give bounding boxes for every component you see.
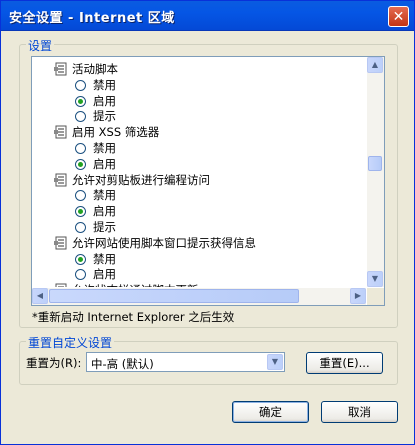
settings-item-label: 启用 — [93, 204, 116, 218]
title-bar[interactable]: 安全设置 - Internet 区域 ✕ — [1, 1, 414, 31]
settings-category-icon — [54, 283, 68, 287]
settings-item-label: 提示 — [93, 220, 116, 234]
settings-category: 允许对剪贴板进行编程访问 — [54, 172, 210, 188]
settings-item-label: 提示 — [93, 109, 116, 123]
settings-item-label: 禁用 — [93, 252, 116, 266]
radio-button[interactable] — [75, 205, 86, 217]
settings-item-label: 允许状态栏通过脚本更新 — [72, 282, 199, 287]
settings-option[interactable]: 禁用 — [75, 187, 116, 203]
scroll-up-button[interactable]: ▲ — [367, 57, 383, 73]
settings-item-label: 活动脚本 — [72, 62, 118, 76]
radio-button[interactable] — [75, 110, 86, 122]
reset-level-value: 中-高 (默认) — [91, 357, 154, 371]
settings-item-label: 启用 — [93, 267, 116, 281]
scrollbar-corner — [367, 288, 384, 305]
reset-button[interactable]: 重置(E)... — [306, 352, 383, 374]
radio-button[interactable] — [75, 142, 86, 154]
settings-item-label: 启用 — [93, 157, 116, 171]
settings-option[interactable]: 提示 — [75, 219, 116, 235]
chevron-down-icon[interactable]: ▼ — [267, 354, 283, 370]
settings-category-icon — [54, 125, 68, 139]
settings-item-label: 启用 XSS 筛选器 — [72, 125, 160, 139]
settings-category: 允许网站使用脚本窗口提示获得信息 — [54, 235, 256, 251]
radio-button[interactable] — [75, 268, 86, 280]
settings-category-icon — [54, 236, 68, 250]
settings-item-label: 禁用 — [93, 188, 116, 202]
settings-category: 启用 XSS 筛选器 — [54, 124, 159, 140]
horizontal-scroll-thumb[interactable] — [49, 289, 299, 303]
settings-option[interactable]: 禁用 — [75, 251, 116, 267]
close-button[interactable]: ✕ — [388, 6, 409, 27]
horizontal-scrollbar[interactable]: ◀ ▶ — [32, 288, 366, 305]
radio-button[interactable] — [75, 189, 86, 201]
settings-category-icon — [54, 62, 68, 76]
settings-item-label: 允许网站使用脚本窗口提示获得信息 — [72, 236, 256, 250]
settings-item-label: 禁用 — [93, 78, 116, 92]
settings-option[interactable]: 启用 — [75, 203, 116, 219]
restart-note: *重新启动 Internet Explorer 之后生效 — [32, 310, 235, 324]
settings-category: 允许状态栏通过脚本更新 — [54, 282, 199, 287]
scroll-right-button[interactable]: ▶ — [350, 288, 366, 304]
settings-option[interactable]: 启用 — [75, 93, 116, 109]
radio-button[interactable] — [75, 221, 86, 233]
settings-option[interactable]: 启用 — [75, 156, 116, 172]
settings-item-label: 允许对剪贴板进行编程访问 — [72, 173, 210, 187]
settings-group-legend: 设置 — [26, 37, 55, 54]
settings-item-label: 禁用 — [93, 141, 116, 155]
cancel-button[interactable]: 取消 — [321, 401, 398, 423]
radio-button[interactable] — [75, 95, 86, 107]
settings-item-label: 启用 — [93, 94, 116, 108]
reset-group-legend: 重置自定义设置 — [26, 334, 115, 351]
settings-option[interactable]: 禁用 — [75, 77, 116, 93]
radio-button[interactable] — [75, 253, 86, 265]
scroll-left-button[interactable]: ◀ — [32, 288, 48, 304]
settings-option[interactable]: 禁用 — [75, 140, 116, 156]
settings-category: 活动脚本 — [54, 61, 118, 77]
vertical-scroll-thumb[interactable] — [368, 156, 382, 171]
reset-level-dropdown[interactable]: 中-高 (默认) ▼ — [86, 352, 285, 372]
settings-category-icon — [54, 173, 68, 187]
security-settings-dialog: 安全设置 - Internet 区域 ✕ 设置 活动脚本 禁用 启用 提示 启用 XSS… — [0, 0, 415, 445]
scroll-down-button[interactable]: ▼ — [367, 271, 383, 287]
settings-list-content: 活动脚本 禁用 启用 提示 启用 XSS 筛选器 禁用 启用 允许对剪贴板进行编程访问 禁用 启用… — [32, 57, 366, 287]
radio-button[interactable] — [75, 79, 86, 91]
window-title: 安全设置 - Internet 区域 — [9, 11, 175, 26]
ok-button[interactable]: 确定 — [232, 401, 309, 423]
reset-to-label: 重置为(R): — [26, 356, 82, 370]
settings-option[interactable]: 提示 — [75, 108, 116, 124]
vertical-scrollbar[interactable]: ▲ ▼ — [367, 57, 384, 287]
radio-button[interactable] — [75, 158, 86, 170]
settings-list[interactable]: 活动脚本 禁用 启用 提示 启用 XSS 筛选器 禁用 启用 允许对剪贴板进行编程访问 禁用 启用… — [31, 56, 385, 306]
settings-option[interactable]: 启用 — [75, 266, 116, 282]
